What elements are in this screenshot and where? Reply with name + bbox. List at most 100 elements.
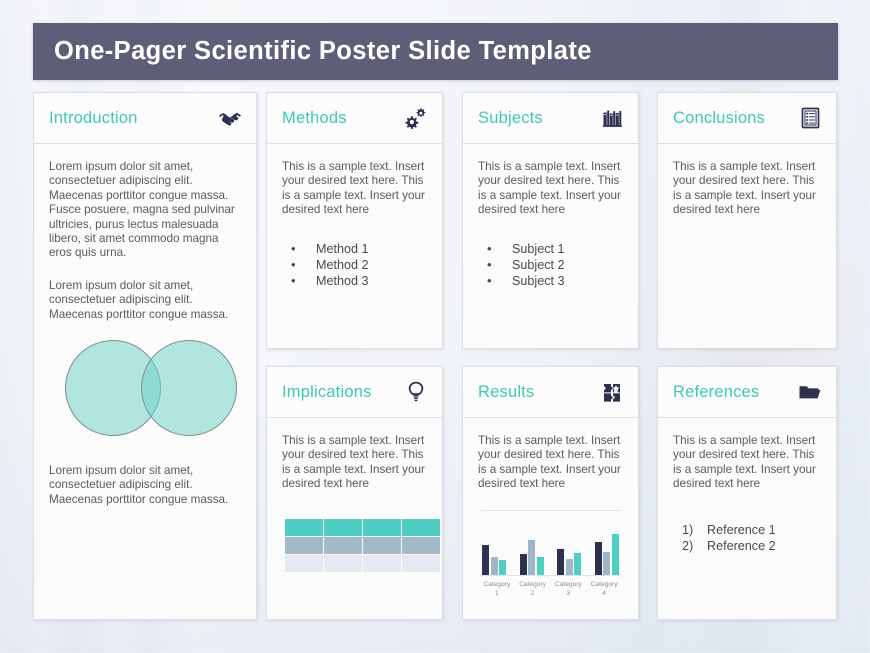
- panel-results: Results This is a sample text. Insert yo…: [462, 366, 639, 620]
- references-body: This is a sample text. Insert your desir…: [658, 418, 836, 564]
- panel-introduction: Introduction Lorem ipsum dolor sit amet,…: [33, 92, 257, 620]
- bullet-marker: •: [487, 240, 492, 256]
- x-tick-label: Category 3: [554, 580, 582, 597]
- title-band: One-Pager Scientific Poster Slide Templa…: [33, 23, 838, 80]
- table-cell: [285, 518, 323, 536]
- introduction-title: Introduction: [49, 108, 138, 127]
- clipboard-checklist-icon: [797, 105, 823, 131]
- bullet-marker: •: [291, 256, 296, 272]
- subjects-list: • Subject 1 • Subject 2 • Subject 3: [478, 241, 623, 289]
- bullet-marker: •: [487, 256, 492, 272]
- bar-series3: [536, 556, 544, 575]
- subjects-title: Subjects: [478, 108, 543, 127]
- bar-series1: [482, 544, 489, 575]
- implications-table: [284, 518, 441, 573]
- results-header: Results: [463, 367, 638, 418]
- introduction-paragraph-3: Lorem ipsum dolor sit amet, consectetuer…: [49, 464, 229, 506]
- bar-group: [557, 533, 582, 575]
- results-body: This is a sample text. Insert your desir…: [463, 418, 638, 608]
- table-cell: [324, 518, 362, 536]
- table-cell: [402, 518, 440, 536]
- table-cell: [402, 554, 440, 572]
- table-row: [285, 518, 440, 536]
- folder-open-icon: [797, 379, 823, 405]
- bar-series2: [528, 539, 536, 575]
- table-cell: [402, 536, 440, 554]
- list-item-label: Method 2: [316, 257, 369, 272]
- books-icon: [599, 105, 625, 131]
- conclusions-title: Conclusions: [673, 108, 766, 127]
- bar-series2: [490, 556, 498, 575]
- puzzle-icon: [599, 379, 625, 405]
- handshake-icon: [217, 105, 243, 131]
- table-cell: [363, 554, 401, 572]
- chart-plot-area: [482, 533, 619, 576]
- list-item: 2) Reference 2: [673, 538, 821, 554]
- bar-series2: [603, 551, 611, 575]
- results-bar-chart: Category 1 Category 2 Category 3 Categor…: [478, 509, 623, 598]
- introduction-header: Introduction: [34, 93, 256, 144]
- slide-title: One-Pager Scientific Poster Slide Templa…: [54, 37, 592, 65]
- table-cell: [285, 536, 323, 554]
- bar-series3: [574, 552, 582, 575]
- bar-series1: [557, 548, 565, 575]
- bar-series3: [611, 533, 619, 575]
- list-item: • Method 1: [282, 241, 427, 257]
- methods-body: This is a sample text. Insert your desir…: [267, 144, 442, 299]
- introduction-paragraph-2: Lorem ipsum dolor sit amet, consectetuer…: [49, 278, 229, 321]
- panel-references: References This is a sample text. Insert…: [657, 366, 837, 620]
- lightbulb-icon: [403, 379, 429, 405]
- results-title: Results: [478, 382, 535, 401]
- implications-body: This is a sample text. Insert your desir…: [267, 418, 442, 583]
- list-item: • Subject 2: [478, 257, 623, 273]
- methods-header: Methods: [267, 93, 442, 144]
- list-item: • Method 3: [282, 273, 427, 289]
- bullet-marker: •: [291, 272, 296, 288]
- bar-series2: [565, 558, 573, 575]
- table-cell: [363, 518, 401, 536]
- methods-list: • Method 1 • Method 2 • Method 3: [282, 241, 427, 289]
- implications-paragraph: This is a sample text. Insert your desir…: [282, 434, 425, 491]
- x-tick-label: Category 1: [483, 580, 511, 597]
- references-list: 1) Reference 1 2) Reference 2: [673, 522, 821, 554]
- table-cell: [363, 536, 401, 554]
- panel-subjects: Subjects This is a sample text. Insert y…: [462, 92, 639, 349]
- table-cell: [324, 554, 362, 572]
- conclusions-paragraph: This is a sample text. Insert your desir…: [673, 160, 816, 217]
- list-item-label: Method 3: [316, 273, 369, 288]
- methods-title: Methods: [282, 108, 347, 127]
- x-tick-label: Category 2: [519, 580, 546, 597]
- bar-group: [482, 533, 506, 575]
- subjects-paragraph: This is a sample text. Insert your desir…: [478, 160, 621, 217]
- list-item-label: Subject 1: [512, 241, 565, 256]
- list-item-label: Subject 2: [512, 257, 565, 272]
- list-item-label: Subject 3: [512, 273, 565, 288]
- table-cell: [324, 536, 362, 554]
- list-item-label: Reference 1: [707, 522, 776, 537]
- introduction-body: Lorem ipsum dolor sit amet, consectetuer…: [34, 144, 256, 517]
- gears-icon: [403, 105, 429, 131]
- bar-group: [519, 533, 544, 575]
- implications-header: Implications: [267, 367, 442, 418]
- bullet-marker: •: [487, 272, 492, 288]
- conclusions-header: Conclusions: [658, 93, 836, 144]
- conclusions-body: This is a sample text. Insert your desir…: [658, 144, 836, 228]
- table-row: [285, 536, 440, 554]
- subjects-header: Subjects: [463, 93, 638, 144]
- bar-series3: [499, 559, 506, 575]
- implications-title: Implications: [282, 382, 372, 401]
- bar-group: [594, 533, 619, 575]
- venn-circle-right: [141, 340, 237, 437]
- introduction-paragraph-1: Lorem ipsum dolor sit amet, consectetuer…: [49, 160, 235, 260]
- bar-series1: [519, 553, 527, 575]
- list-item: • Subject 1: [478, 241, 623, 257]
- list-item-label: Reference 2: [707, 538, 776, 553]
- venn-diagram: [65, 340, 237, 437]
- results-paragraph: This is a sample text. Insert your desir…: [478, 434, 621, 491]
- number-marker: 1): [682, 522, 694, 537]
- table-cell: [285, 554, 323, 572]
- panel-implications: Implications This is a sample text. Inse…: [266, 366, 443, 620]
- subjects-body: This is a sample text. Insert your desir…: [463, 144, 638, 299]
- number-marker: 2): [682, 538, 694, 553]
- bullet-marker: •: [291, 240, 296, 256]
